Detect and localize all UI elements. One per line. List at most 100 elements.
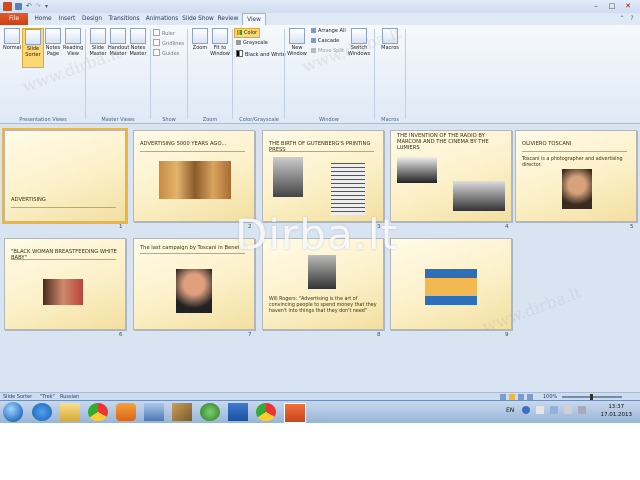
computer-icon[interactable] xyxy=(144,403,164,421)
slide-number: 8 xyxy=(377,332,381,338)
arrange-all-icon xyxy=(311,28,316,33)
notes-page-button[interactable]: Notes Page xyxy=(43,28,63,57)
color-button[interactable]: Color xyxy=(234,28,261,38)
blank-area-below-screenshot xyxy=(0,423,640,480)
flag-tray-icon[interactable] xyxy=(536,406,544,414)
new-window-button[interactable]: New Window xyxy=(286,28,308,57)
slide-thumbnail-5[interactable]: OLIVIERO TOSCANI Toscani is a photograph… xyxy=(515,130,637,222)
black-white-swatch-icon xyxy=(236,50,243,57)
slide-title: OLIVIERO TOSCANI xyxy=(522,141,572,147)
chrome-icon[interactable] xyxy=(256,403,276,421)
title-bar: ↶ ↷ ▾ – □ ✕ xyxy=(0,0,640,14)
breastfeeding-photo-image xyxy=(43,279,83,305)
cinema-photo-image xyxy=(453,181,505,211)
help-tray-icon[interactable] xyxy=(522,406,530,414)
separator xyxy=(405,29,406,119)
window-label: Window xyxy=(319,117,339,123)
save-icon[interactable] xyxy=(15,3,22,10)
egyptian-painting-image xyxy=(159,161,231,199)
cascade-button[interactable]: Cascade xyxy=(311,38,339,45)
notes-master-button[interactable]: Notes Master xyxy=(128,28,148,57)
media-player-icon[interactable] xyxy=(116,403,136,421)
network-tray-icon[interactable] xyxy=(550,406,558,414)
tab-file[interactable]: File xyxy=(0,13,28,25)
slide-rule xyxy=(140,253,245,254)
fit-to-window-button[interactable]: Fit to Window xyxy=(210,28,230,57)
slide-number: 5 xyxy=(630,224,634,230)
slide-title: The last campaign by Toscani in Benetton xyxy=(140,245,249,251)
slide-master-icon xyxy=(90,28,106,44)
undo-icon[interactable]: ↶ xyxy=(26,2,35,11)
redo-icon[interactable]: ↷ xyxy=(35,2,44,11)
toscani-photo-image xyxy=(562,169,592,209)
slide-sorter-icon xyxy=(25,29,41,45)
tab-insert[interactable]: Insert xyxy=(56,13,78,25)
volume-tray-icon[interactable] xyxy=(564,406,572,414)
tab-transitions[interactable]: Transitions xyxy=(106,13,142,25)
grayscale-button[interactable]: Grayscale xyxy=(234,39,270,47)
slide-sorter-button[interactable]: Slide Sorter xyxy=(22,28,44,68)
will-rogers-photo-image xyxy=(308,255,336,289)
gridlines-checkbox[interactable]: Gridlines xyxy=(153,39,184,47)
fit-to-window-icon xyxy=(212,28,228,44)
tools-icon[interactable] xyxy=(172,403,192,421)
tab-design[interactable]: Design xyxy=(80,13,104,25)
tab-home[interactable]: Home xyxy=(32,13,54,25)
ie-icon[interactable] xyxy=(32,403,52,421)
utorrent-icon[interactable] xyxy=(200,403,220,421)
slide-rule xyxy=(11,259,116,260)
minimize-button[interactable]: – xyxy=(588,1,604,11)
ribbon-minimize-icon[interactable]: ⌃ xyxy=(618,15,626,23)
separator xyxy=(187,29,188,119)
reading-view-button[interactable]: Reading View xyxy=(63,28,83,57)
tab-animations[interactable]: Animations xyxy=(144,13,180,25)
powerpoint-taskbar-icon[interactable] xyxy=(284,403,306,423)
maximize-button[interactable]: □ xyxy=(604,1,620,11)
slide-thumbnail-6[interactable]: "BLACK WOMAN BREASTFEEDING WHITE BABY" xyxy=(4,238,126,330)
slide-number: 6 xyxy=(119,332,123,338)
powerpoint-icon[interactable] xyxy=(3,2,12,11)
black-and-white-button[interactable]: Black and White xyxy=(234,50,288,58)
word-icon[interactable] xyxy=(228,403,248,421)
slide-number: 4 xyxy=(505,224,509,230)
slide-thumbnail-4[interactable]: THE INVENTION OF THE RADIO BY MARCONI AN… xyxy=(390,130,512,222)
clock-date: 17.01.2013 xyxy=(600,412,633,418)
slide-thumbnail-2[interactable]: ADVERTISING 5000 YEARS AGO... xyxy=(133,130,255,222)
slide-rule xyxy=(140,151,245,152)
separator xyxy=(232,29,233,119)
reading-view-icon xyxy=(65,28,81,44)
help-icon[interactable]: ? xyxy=(628,15,636,23)
ruler-checkbox[interactable]: Ruler xyxy=(153,29,175,37)
slide-thumbnail-1[interactable]: ADVERTISING xyxy=(2,128,128,224)
guides-checkbox[interactable]: Guides xyxy=(153,49,179,57)
clock[interactable]: 13:37 17.01.2013 xyxy=(601,403,633,419)
normal-view-button[interactable]: Normal xyxy=(2,28,22,51)
magnifier-icon xyxy=(192,28,208,44)
normal-view-icon xyxy=(4,28,20,44)
taskbar: EN 13:37 17.01.2013 xyxy=(0,400,640,423)
gutenberg-portrait-image xyxy=(273,157,303,197)
slide-number: 1 xyxy=(119,224,123,230)
arrange-all-button[interactable]: Arrange All xyxy=(311,28,346,35)
customize-quick-access-icon[interactable]: ▾ xyxy=(45,2,54,11)
notes-master-icon xyxy=(130,28,146,44)
zoom-button[interactable]: Zoom xyxy=(190,28,210,51)
presentation-views-label: Presentation Views xyxy=(19,117,67,123)
tab-review[interactable]: Review xyxy=(216,13,240,25)
tab-slide-show[interactable]: Slide Show xyxy=(182,13,214,25)
chrome-icon[interactable] xyxy=(88,403,108,421)
slide-thumbnail-3[interactable]: THE BIRTH OF GUTENBERG'S PRINTING PRESS xyxy=(262,130,384,222)
ribbon: Normal Slide Sorter Notes Page Reading V… xyxy=(0,25,640,124)
close-button[interactable]: ✕ xyxy=(620,1,636,11)
cascade-icon xyxy=(311,38,316,43)
folder-icon[interactable] xyxy=(60,403,80,421)
slide-title: ADVERTISING xyxy=(11,197,46,203)
keyboard-language-indicator[interactable]: EN xyxy=(506,407,514,414)
notes-page-icon xyxy=(45,28,61,44)
zoom-label: Zoom xyxy=(202,117,218,123)
grayscale-swatch-icon xyxy=(236,40,241,45)
battery-tray-icon[interactable] xyxy=(578,406,586,414)
start-button[interactable] xyxy=(3,402,23,422)
separator xyxy=(150,29,151,119)
printing-press-image xyxy=(331,163,365,215)
